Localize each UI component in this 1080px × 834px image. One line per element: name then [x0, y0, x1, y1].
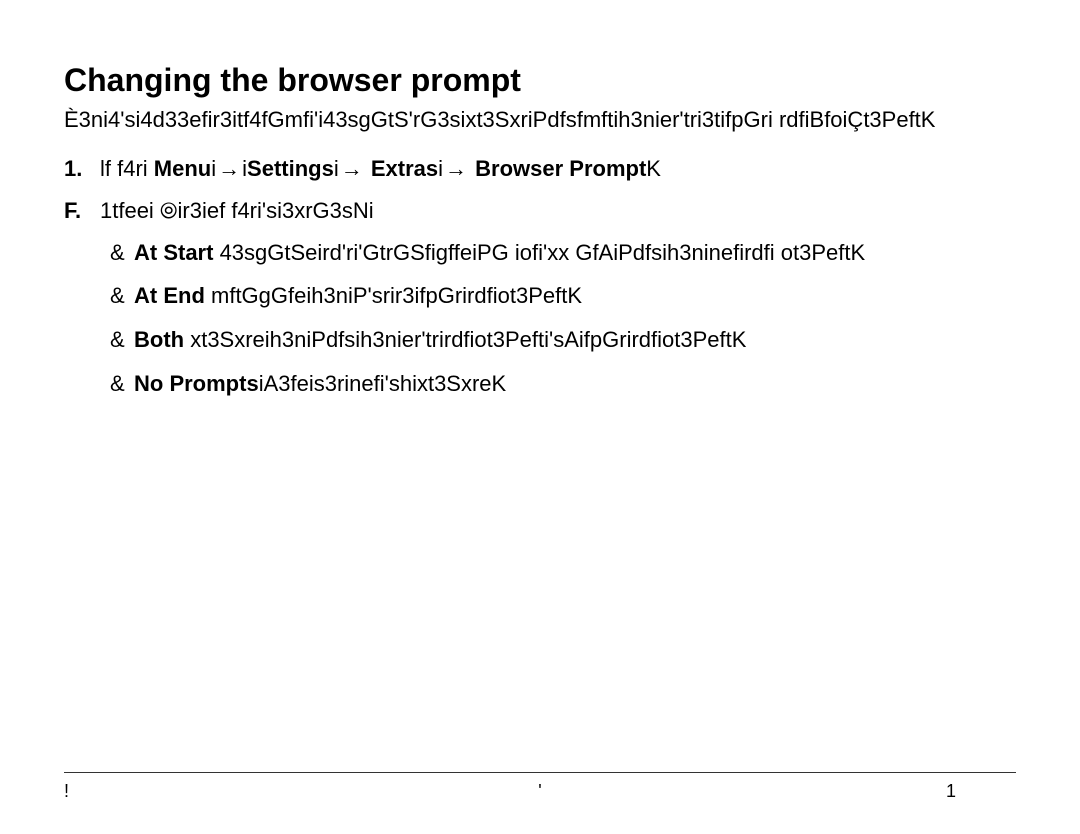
bullet-icon: & [110, 325, 134, 355]
step-1-marker: 1. [64, 154, 100, 184]
option-rest: 43sgGtSeird'ri'GtrGSfigffeiPG iofi'xx Gf… [213, 240, 865, 265]
bullet-icon: & [110, 369, 134, 399]
steps-list: 1. lf f4ri Menui→iSettingsi→ Extrasi→ Br… [64, 154, 1016, 412]
intro-paragraph: È3ni4'si4d33efir3itf4fGmfi'i43sgGtS'rG3s… [64, 106, 1016, 134]
option-no-prompts: & No PromptsiA3feis3rinefi'shixt3SxreK [110, 369, 1016, 399]
step-1-tail: K [646, 156, 661, 181]
step-1-lead: lf f4ri [100, 156, 154, 181]
bullet-icon: & [110, 238, 134, 268]
footer-page-number: 1 [946, 781, 1016, 802]
step-f-text: 1tfeei ⦾ir3ief f4ri'si3xrG3sNi [100, 198, 374, 223]
option-body: Both xt3Sxreih3niPdfsih3nier'trirdfiot3P… [134, 325, 1016, 355]
browser-prompt-label: Browser Prompt [475, 156, 646, 181]
sep-i-3: i [334, 156, 339, 181]
arrow-icon: → [339, 156, 365, 181]
arrow-icon: → [216, 156, 242, 181]
page-title: Changing the browser prompt [64, 60, 1016, 100]
options-list: & At Start 43sgGtSeird'ri'GtrGSfigffeiPG… [100, 238, 1016, 399]
page: Changing the browser prompt È3ni4'si4d33… [0, 0, 1080, 834]
option-rest: mftGgGfeih3niP'srir3ifpGrirdfiot3PeftK [205, 283, 582, 308]
menu-label: Menu [154, 156, 211, 181]
option-body: At Start 43sgGtSeird'ri'GtrGSfigffeiPG i… [134, 238, 1016, 268]
option-label: At End [134, 283, 205, 308]
option-label: At Start [134, 240, 213, 265]
option-body: At End mftGgGfeih3niP'srir3ifpGrirdfiot3… [134, 281, 1016, 311]
option-rest: iA3feis3rinefi'shixt3SxreK [259, 371, 507, 396]
option-at-start: & At Start 43sgGtSeird'ri'GtrGSfigffeiPG… [110, 238, 1016, 268]
step-f-marker: F. [64, 196, 100, 412]
option-label: No Prompts [134, 371, 259, 396]
footer-left: ! [64, 781, 69, 802]
option-rest: xt3Sxreih3niPdfsih3nier'trirdfiot3Pefti'… [184, 327, 746, 352]
option-at-end: & At End mftGgGfeih3niP'srir3ifpGrirdfio… [110, 281, 1016, 311]
option-label: Both [134, 327, 184, 352]
step-1: 1. lf f4ri Menui→iSettingsi→ Extrasi→ Br… [64, 154, 1016, 184]
arrow-icon: → [443, 156, 469, 181]
step-f: F. 1tfeei ⦾ir3ief f4ri'si3xrG3sNi & At S… [64, 196, 1016, 412]
extras-label: Extras [371, 156, 438, 181]
settings-label: Settings [247, 156, 334, 181]
footer-center: ' [64, 781, 1016, 802]
bullet-icon: & [110, 281, 134, 311]
step-1-body: lf f4ri Menui→iSettingsi→ Extrasi→ Brows… [100, 154, 1016, 184]
step-f-body: 1tfeei ⦾ir3ief f4ri'si3xrG3sNi & At Star… [100, 196, 1016, 412]
option-body: No PromptsiA3feis3rinefi'shixt3SxreK [134, 369, 1016, 399]
option-both: & Both xt3Sxreih3niPdfsih3nier'trirdfiot… [110, 325, 1016, 355]
page-footer: ! ' 1 [64, 772, 1016, 802]
